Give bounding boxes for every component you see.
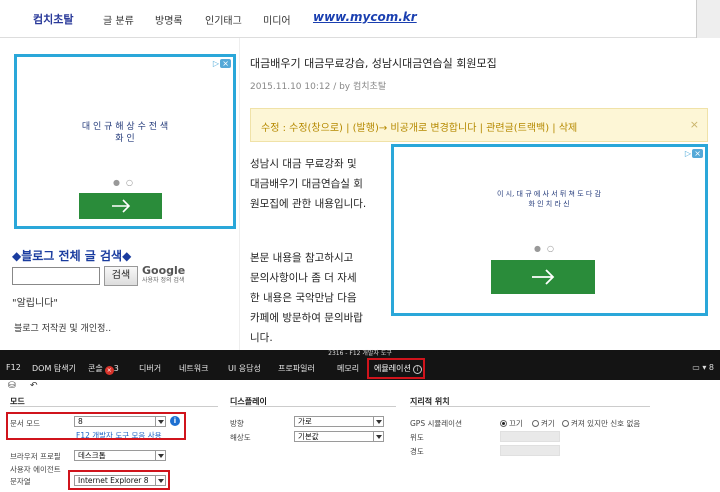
- tab-profiler[interactable]: 프로파일러: [278, 363, 315, 374]
- ad-close-icon[interactable]: ×: [692, 149, 703, 158]
- ad-arrow-button[interactable]: [79, 193, 162, 219]
- latitude-input[interactable]: [500, 431, 560, 442]
- tab-f12[interactable]: F12: [6, 363, 21, 372]
- gps-radio-no-signal[interactable]: 켜져 있지만 신호 없음: [562, 418, 640, 429]
- emulation-settings: 모드 문서 모드 8 i F12 개발자 도구 모음 사용 브라우저 프로필 데…: [0, 394, 720, 492]
- blog-search-button[interactable]: 검색: [104, 266, 138, 286]
- highlight-doc-mode: [6, 412, 186, 440]
- nav-item-media[interactable]: 미디어: [263, 12, 291, 27]
- browser-scrollbar-corner: [696, 0, 720, 38]
- blog-search-title: ◆블로그 전체 글 검색◆: [12, 249, 132, 263]
- ad-arrow-button[interactable]: [491, 260, 595, 294]
- reset-icon[interactable]: ↶: [30, 381, 38, 391]
- ad-text: 대 인 규 해 상 수 전 색 화 인: [81, 122, 169, 144]
- tab-console[interactable]: 콘솔 × 3: [88, 363, 119, 375]
- blog-search-input[interactable]: [12, 267, 100, 285]
- error-count-icon: ×: [104, 366, 114, 375]
- arrow-right-icon: [111, 199, 130, 213]
- ad-choices-icon[interactable]: ▷: [213, 59, 219, 68]
- chevron-down-icon: [155, 451, 165, 460]
- resolution-label: 해상도: [230, 433, 251, 442]
- user-agent-label-2: 문자열: [10, 477, 31, 486]
- devtools-tab-bar: F12 DOM 탐색기 콘솔 × 3 디버거 네트워크 UI 응답성 프로파일러 메…: [0, 358, 720, 380]
- notice-link[interactable]: "알립니다": [12, 294, 58, 309]
- blog-brand-link[interactable]: 컴치초탈: [33, 11, 73, 27]
- post-paragraph-2: 본문 내용을 참고하시고 문의사항이나 좀 더 자세 한 내용은 국악만남 다음…: [250, 252, 363, 344]
- ad-carousel-dots: ●○: [113, 178, 139, 187]
- persist-emulation-icon[interactable]: ⛁: [8, 381, 16, 391]
- resolution-select[interactable]: 기본값: [294, 431, 384, 442]
- google-logo: Google 사용자 정의 검색: [142, 264, 186, 284]
- left-ad-banner[interactable]: ▷ × 대 인 규 해 상 수 전 색 화 인 ●○: [14, 54, 236, 229]
- blog-body: ▷ × 대 인 규 해 상 수 전 색 화 인 ●○ ◆블로그 전체 글 검색◆…: [0, 38, 720, 350]
- right-ad-banner[interactable]: ▷ × 이 시, 대 규 에 사 서 뒤 쳐 도 다 감 화 인 치 라 신 ●…: [391, 144, 708, 316]
- browser-profile-label: 브라우저 프로필: [10, 452, 61, 461]
- tab-dom-explorer[interactable]: DOM 탐색기: [32, 363, 76, 374]
- nav-item-categories[interactable]: 글 분류: [103, 12, 134, 27]
- gps-radio-on[interactable]: 켜기: [532, 418, 555, 429]
- copyright-link[interactable]: 블로그 저작권 및 개인정..: [14, 321, 111, 334]
- gps-simulation-label: GPS 시뮬레이션: [410, 419, 462, 428]
- ad-choices-icon[interactable]: ▷: [685, 149, 691, 158]
- section-divider: [410, 406, 650, 407]
- arrow-right-icon: [532, 269, 555, 285]
- tab-ui-responsiveness[interactable]: UI 응답성: [228, 363, 261, 374]
- section-divider: [10, 406, 218, 407]
- devtools-right-controls[interactable]: ▭ ▾ 8: [692, 363, 714, 372]
- orientation-label: 방향: [230, 419, 244, 428]
- post-title[interactable]: 대금배우기 대금무료강습, 성남시대금연습실 회원모집: [250, 55, 497, 71]
- screenshot: 컴치초탈 글 분류 방명록 인기태그 미디어 www.mycom.kr ▷ × …: [0, 0, 720, 492]
- post-edit-links[interactable]: 수정 : 수정(창으로) | (발행)→ 비공개로 변경합니다 | 관련글(트랙…: [261, 119, 577, 134]
- highlight-emulation-tab: [367, 358, 425, 379]
- nav-item-popular-tags[interactable]: 인기태그: [205, 12, 242, 27]
- orientation-select[interactable]: 가로: [294, 416, 384, 427]
- emulation-toolbar: ⛁ ↶: [0, 380, 720, 394]
- browser-profile-select[interactable]: 데스크톱: [74, 450, 166, 461]
- f12-devtools-panel: 2316 - F12 개발자 도구 F12 DOM 탐색기 콘솔 × 3 디버거 네…: [0, 350, 720, 492]
- post-meta: 2015.11.10 10:12 / by 컴치초탈: [250, 82, 387, 92]
- tab-debugger[interactable]: 디버거: [139, 363, 161, 374]
- chevron-down-icon: [373, 432, 383, 441]
- edit-bar-close-icon[interactable]: ×: [690, 118, 699, 131]
- nav-item-guestbook[interactable]: 방명록: [155, 12, 183, 27]
- blog-top-nav: 컴치초탈 글 분류 방명록 인기태그 미디어 www.mycom.kr: [0, 0, 720, 38]
- section-divider: [230, 406, 396, 407]
- chevron-down-icon: [373, 417, 383, 426]
- left-sidebar: ▷ × 대 인 규 해 상 수 전 색 화 인 ●○ ◆블로그 전체 글 검색◆…: [0, 38, 240, 350]
- highlight-user-agent: [68, 470, 170, 490]
- site-url-link[interactable]: www.mycom.kr: [313, 10, 417, 24]
- latitude-label: 위도: [410, 433, 424, 442]
- tab-memory[interactable]: 메모리: [337, 363, 359, 374]
- post-paragraph-1: 성남시 대금 무료강좌 및 대금배우기 대금연습실 회 원모집에 관한 내용입니…: [250, 158, 367, 210]
- post-content: 대금배우기 대금무료강습, 성남시대금연습실 회원모집 2015.11.10 1…: [240, 38, 720, 350]
- user-agent-label: 사용자 에이전트: [10, 465, 61, 474]
- ad-carousel-dots: ●○: [534, 244, 560, 253]
- longitude-input[interactable]: [500, 445, 560, 456]
- post-edit-bar: 수정 : 수정(창으로) | (발행)→ 비공개로 변경합니다 | 관련글(트랙…: [250, 108, 708, 142]
- ad-text: 이 시, 대 규 에 사 서 뒤 쳐 도 다 감 화 인 치 라 신: [497, 190, 601, 208]
- ad-close-icon[interactable]: ×: [220, 59, 231, 68]
- tab-network[interactable]: 네트워크: [179, 363, 208, 374]
- gps-radio-off[interactable]: 끄기: [500, 418, 523, 429]
- devtools-window-title: 2316 - F12 개발자 도구: [0, 350, 720, 358]
- longitude-label: 경도: [410, 447, 424, 456]
